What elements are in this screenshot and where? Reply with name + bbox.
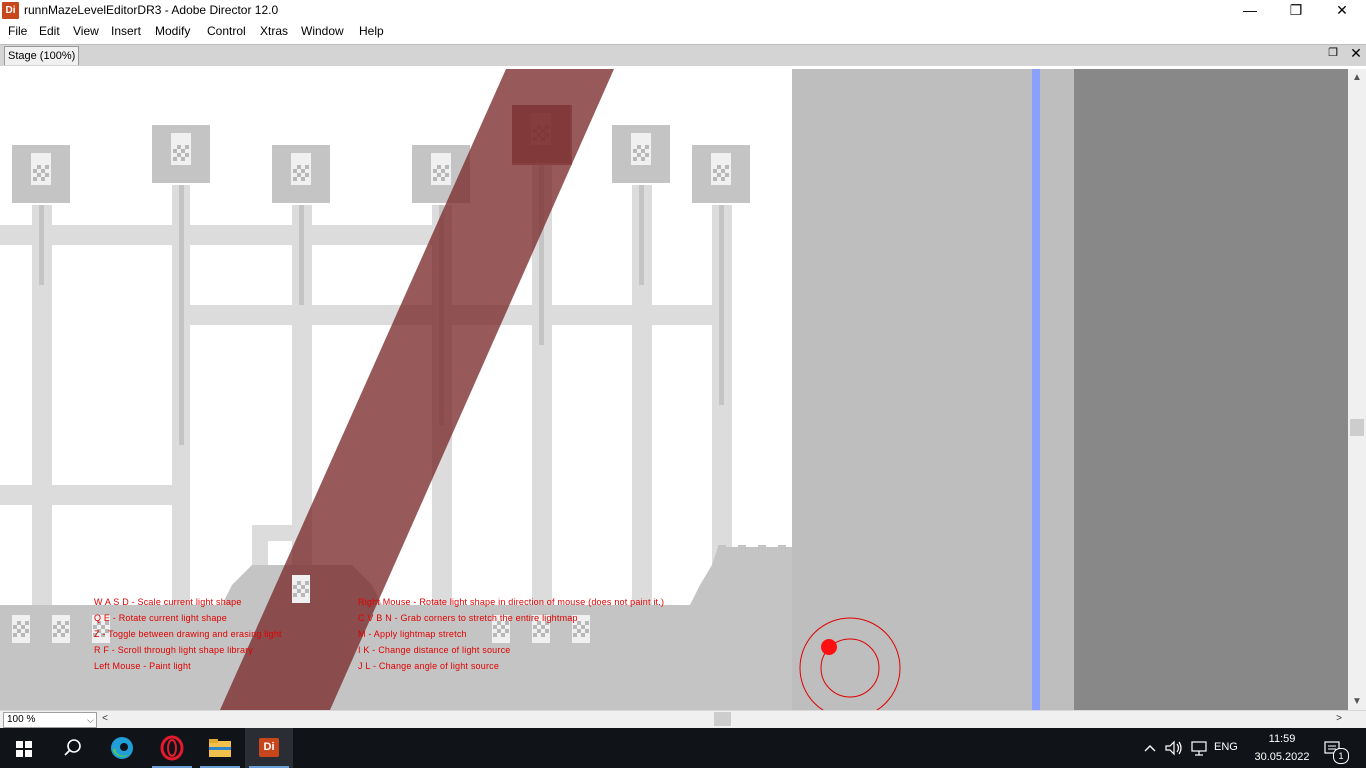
zoom-select[interactable]: 100 % ⌵	[3, 712, 97, 728]
stage-canvas[interactable]: W A S D - Scale current light shape Q E …	[0, 69, 1348, 710]
help-line: I K - Change distance of light source	[358, 645, 511, 655]
network-icon[interactable]	[1190, 739, 1210, 757]
file-explorer-icon	[209, 739, 231, 757]
director-app-icon[interactable]: Di	[2, 2, 19, 19]
ground-tile	[292, 575, 310, 603]
panel-close-icon[interactable]: ✕	[1349, 45, 1363, 61]
clock-time[interactable]: 11:59	[1254, 733, 1310, 745]
zoom-value: 100 %	[7, 714, 36, 725]
maximize-button[interactable]: ❐	[1273, 0, 1319, 22]
window-title: runnMazeLevelEditorDR3 - Adobe Director …	[24, 3, 279, 17]
taskbar-file-explorer[interactable]	[196, 728, 244, 768]
notification-count-badge: 1	[1333, 748, 1349, 764]
director-icon: Di	[259, 738, 279, 757]
search-button[interactable]	[48, 728, 96, 768]
help-line: Z - Toggle between drawing and erasing l…	[94, 629, 282, 639]
menu-modify[interactable]: Modify	[155, 24, 190, 38]
help-line: J L - Change angle of light source	[358, 661, 500, 671]
vertical-scroll-thumb[interactable]	[1350, 419, 1364, 436]
chevron-down-icon: ⌵	[87, 715, 94, 725]
menu-window[interactable]: Window	[301, 24, 344, 38]
panel-tab-strip	[0, 44, 1366, 66]
chevron-up-icon[interactable]	[1142, 740, 1158, 756]
stage-bottom-bar	[0, 710, 1366, 729]
menu-bar	[0, 22, 1366, 42]
help-line: C V B N - Grab corners to stretch the en…	[358, 613, 578, 623]
help-line: Q E - Rotate current light shape	[94, 613, 227, 623]
help-line: R F - Scroll through light shape library	[94, 645, 254, 655]
close-button[interactable]: ✕	[1319, 0, 1365, 22]
scroll-down-arrow-icon[interactable]: ▼	[1348, 693, 1366, 710]
edge-icon	[111, 737, 133, 759]
vertical-scrollbar[interactable]	[1348, 69, 1366, 710]
menu-edit[interactable]: Edit	[39, 24, 60, 38]
scroll-up-arrow-icon[interactable]: ▲	[1348, 69, 1366, 86]
search-icon	[64, 739, 81, 756]
panel-restore-icon[interactable]: ❐	[1326, 46, 1340, 60]
opera-icon	[160, 735, 184, 761]
tab-stage[interactable]: Stage (100%)	[4, 46, 80, 65]
windows-logo-icon	[16, 741, 32, 757]
menu-help[interactable]: Help	[359, 24, 384, 38]
help-line: M - Apply lightmap stretch	[358, 629, 467, 639]
help-line: Right Mouse - Rotate light shape in dire…	[358, 597, 665, 607]
scroll-right-arrow-icon[interactable]: >	[1332, 711, 1346, 727]
help-line: Left Mouse - Paint light	[94, 661, 191, 671]
taskbar-opera[interactable]	[148, 728, 196, 768]
menu-xtras[interactable]: Xtras	[260, 24, 288, 38]
clock-date[interactable]: 30.05.2022	[1254, 751, 1310, 763]
menu-insert[interactable]: Insert	[111, 24, 141, 38]
taskbar-director[interactable]: Di	[245, 728, 293, 768]
menu-file[interactable]: File	[8, 24, 27, 38]
minimize-button[interactable]: —	[1227, 0, 1273, 22]
scroll-left-arrow-icon[interactable]: <	[98, 711, 112, 727]
taskbar-edge[interactable]	[98, 728, 146, 768]
ground-tile	[12, 615, 30, 643]
menu-view[interactable]: View	[73, 24, 99, 38]
ground-tile	[52, 615, 70, 643]
horizontal-scroll-thumb[interactable]	[714, 712, 731, 726]
start-button[interactable]	[0, 728, 48, 768]
menu-control[interactable]: Control	[207, 24, 246, 38]
language-indicator[interactable]: ENG	[1214, 741, 1238, 753]
volume-icon[interactable]	[1164, 739, 1184, 757]
help-line: W A S D - Scale current light shape	[94, 597, 242, 607]
